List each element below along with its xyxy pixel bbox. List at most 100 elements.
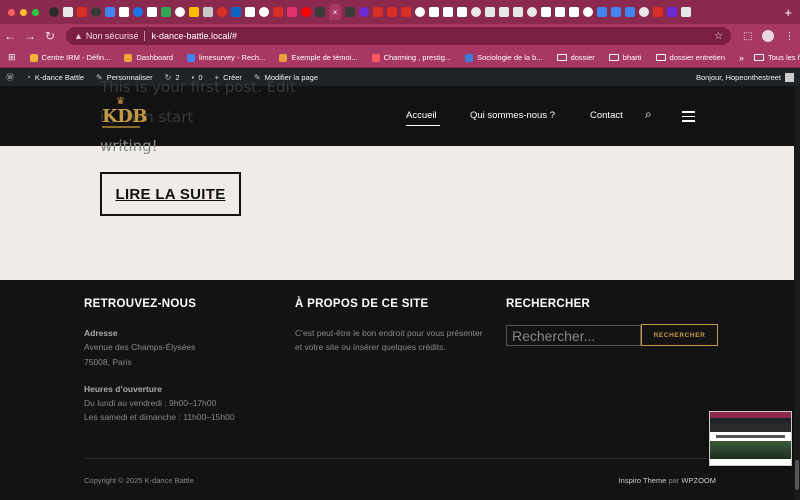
footer-search-button[interactable]: RECHERCHER — [641, 324, 718, 346]
tab-favicon[interactable] — [681, 7, 691, 17]
nav-item-accueil[interactable]: Accueil — [406, 110, 437, 121]
menu-kebab-icon[interactable]: ⋮ — [784, 31, 794, 42]
bookmark-favicon-icon — [187, 53, 196, 62]
tab-favicon[interactable] — [273, 7, 283, 17]
bookmark-item[interactable]: Dashboard — [124, 53, 173, 62]
tab-favicon[interactable] — [639, 7, 649, 17]
profile-avatar[interactable] — [762, 30, 775, 42]
active-tab-close-icon[interactable]: × — [329, 4, 341, 20]
tab-favicon[interactable] — [161, 7, 171, 17]
tab-favicon[interactable] — [611, 7, 621, 17]
nav-item-qui-sommes-nous[interactable]: Qui sommes-nous ? — [470, 110, 555, 121]
reload-icon[interactable]: ↻ — [40, 29, 60, 43]
footer-title-search: RECHERCHER — [506, 298, 591, 310]
extensions-icon[interactable]: ⬚ — [743, 31, 752, 42]
tab-favicon[interactable] — [513, 7, 523, 17]
tab-favicon[interactable] — [119, 7, 129, 17]
tab-favicon[interactable] — [415, 7, 425, 17]
wordpress-logo-icon[interactable]: Ⓦ — [6, 72, 14, 83]
tab-favicon[interactable] — [667, 7, 677, 17]
tab-favicon[interactable] — [231, 7, 241, 17]
apps-grid-icon[interactable]: ⊞ — [8, 52, 16, 63]
tab-favicon[interactable] — [63, 7, 73, 17]
tab-favicon[interactable] — [259, 7, 269, 17]
tab-favicon[interactable] — [91, 7, 101, 17]
tab-favicon[interactable] — [359, 7, 369, 17]
tab-favicon[interactable] — [583, 7, 593, 17]
tab-favicon[interactable] — [457, 7, 467, 17]
tab-favicon[interactable] — [147, 7, 157, 17]
tab-favicon[interactable] — [429, 7, 439, 17]
back-icon[interactable]: ← — [0, 29, 20, 43]
logo-text: KDB — [102, 106, 147, 127]
bookmark-item[interactable]: Centre IRM - Défin... — [29, 53, 110, 62]
user-avatar — [785, 72, 794, 82]
close-window-button[interactable] — [8, 8, 15, 16]
tab-favicon[interactable] — [301, 7, 311, 17]
tab-favicon[interactable] — [653, 7, 663, 17]
read-more-button[interactable]: LIRE LA SUITE — [100, 172, 241, 216]
tab-favicon[interactable] — [527, 7, 537, 17]
search-icon[interactable]: ⌕ — [645, 107, 652, 122]
about-text: C’est peut-être le bon endroit pour vous… — [295, 328, 483, 338]
tab-favicon[interactable] — [287, 7, 297, 17]
theme-link[interactable]: Inspiro Theme — [619, 476, 667, 485]
bookmark-item[interactable]: limesurvey - Rech... — [187, 53, 265, 62]
tab-favicon[interactable] — [315, 7, 325, 17]
tab-favicon[interactable] — [49, 7, 59, 17]
tab-favicon[interactable] — [541, 7, 551, 17]
page-scrollbar[interactable] — [794, 86, 800, 500]
tab-favicon[interactable] — [77, 7, 87, 17]
logo-underline — [102, 126, 140, 128]
tab-favicon[interactable] — [387, 7, 397, 17]
bookmarks-overflow-icon[interactable]: » — [739, 53, 744, 63]
tab-list: × — [49, 4, 780, 20]
bookmark-item[interactable]: bharti — [608, 53, 642, 62]
all-bookmarks[interactable]: Tous les favoris — [754, 53, 800, 62]
forward-icon[interactable]: → — [20, 29, 40, 43]
footer-divider — [84, 458, 716, 459]
bookmark-item[interactable]: dossier entretien — [655, 53, 725, 62]
bookmark-item[interactable]: Exemple de témoi... — [279, 53, 358, 62]
maximize-window-button[interactable] — [32, 8, 39, 16]
theme-author-link[interactable]: WPZOOM — [681, 476, 716, 485]
tab-favicon[interactable] — [245, 7, 255, 17]
tab-favicon[interactable] — [175, 7, 185, 17]
tab-favicon[interactable] — [555, 7, 565, 17]
tab-favicon[interactable] — [189, 7, 199, 17]
tab-favicon[interactable] — [471, 7, 481, 17]
url-text[interactable]: k-dance-battle.local/# — [151, 31, 237, 41]
screenshot-thumbnail[interactable] — [709, 411, 792, 466]
tab-favicon[interactable] — [597, 7, 607, 17]
footer-search-input[interactable] — [506, 325, 641, 346]
account-menu[interactable]: Bonjour, Hopeonthestreet — [696, 72, 794, 82]
nav-item-contact[interactable]: Contact — [590, 110, 623, 121]
tab-favicon[interactable] — [401, 7, 411, 17]
bookmark-label: Dashboard — [136, 53, 174, 62]
tab-favicon[interactable] — [499, 7, 509, 17]
bookmark-item[interactable]: Sociologie de la b... — [465, 53, 543, 62]
tab-favicon[interactable] — [373, 7, 383, 17]
window-controls — [8, 8, 39, 16]
tab-favicon[interactable] — [569, 7, 579, 17]
address-bar[interactable]: ▲ Non sécurisé k-dance-battle.local/# ☆ — [66, 27, 731, 45]
bookmark-star-icon[interactable]: ☆ — [714, 31, 723, 42]
bookmark-item[interactable]: dossier — [556, 53, 595, 62]
tab-favicon[interactable] — [133, 7, 143, 17]
scrollbar-thumb[interactable] — [795, 460, 799, 490]
copyright-text: Copyright © 2025 K-dance Battle — [84, 476, 194, 485]
tab-favicon[interactable] — [105, 7, 115, 17]
tab-favicon[interactable] — [217, 7, 227, 17]
new-tab-icon[interactable]: + — [784, 5, 792, 20]
security-label[interactable]: Non sécurisé — [86, 31, 139, 41]
tab-favicon[interactable] — [345, 7, 355, 17]
tab-favicon[interactable] — [625, 7, 635, 17]
tab-favicon[interactable] — [485, 7, 495, 17]
admin-site-link[interactable]: ◔ K-dance Battle — [26, 73, 84, 82]
minimize-window-button[interactable] — [20, 8, 27, 16]
site-logo[interactable]: ♛ KDB — [102, 96, 147, 132]
hamburger-menu-icon[interactable] — [682, 111, 695, 125]
tab-favicon[interactable] — [203, 7, 213, 17]
tab-favicon[interactable] — [443, 7, 453, 17]
bookmark-item[interactable]: Charming , prestig... — [371, 53, 451, 62]
